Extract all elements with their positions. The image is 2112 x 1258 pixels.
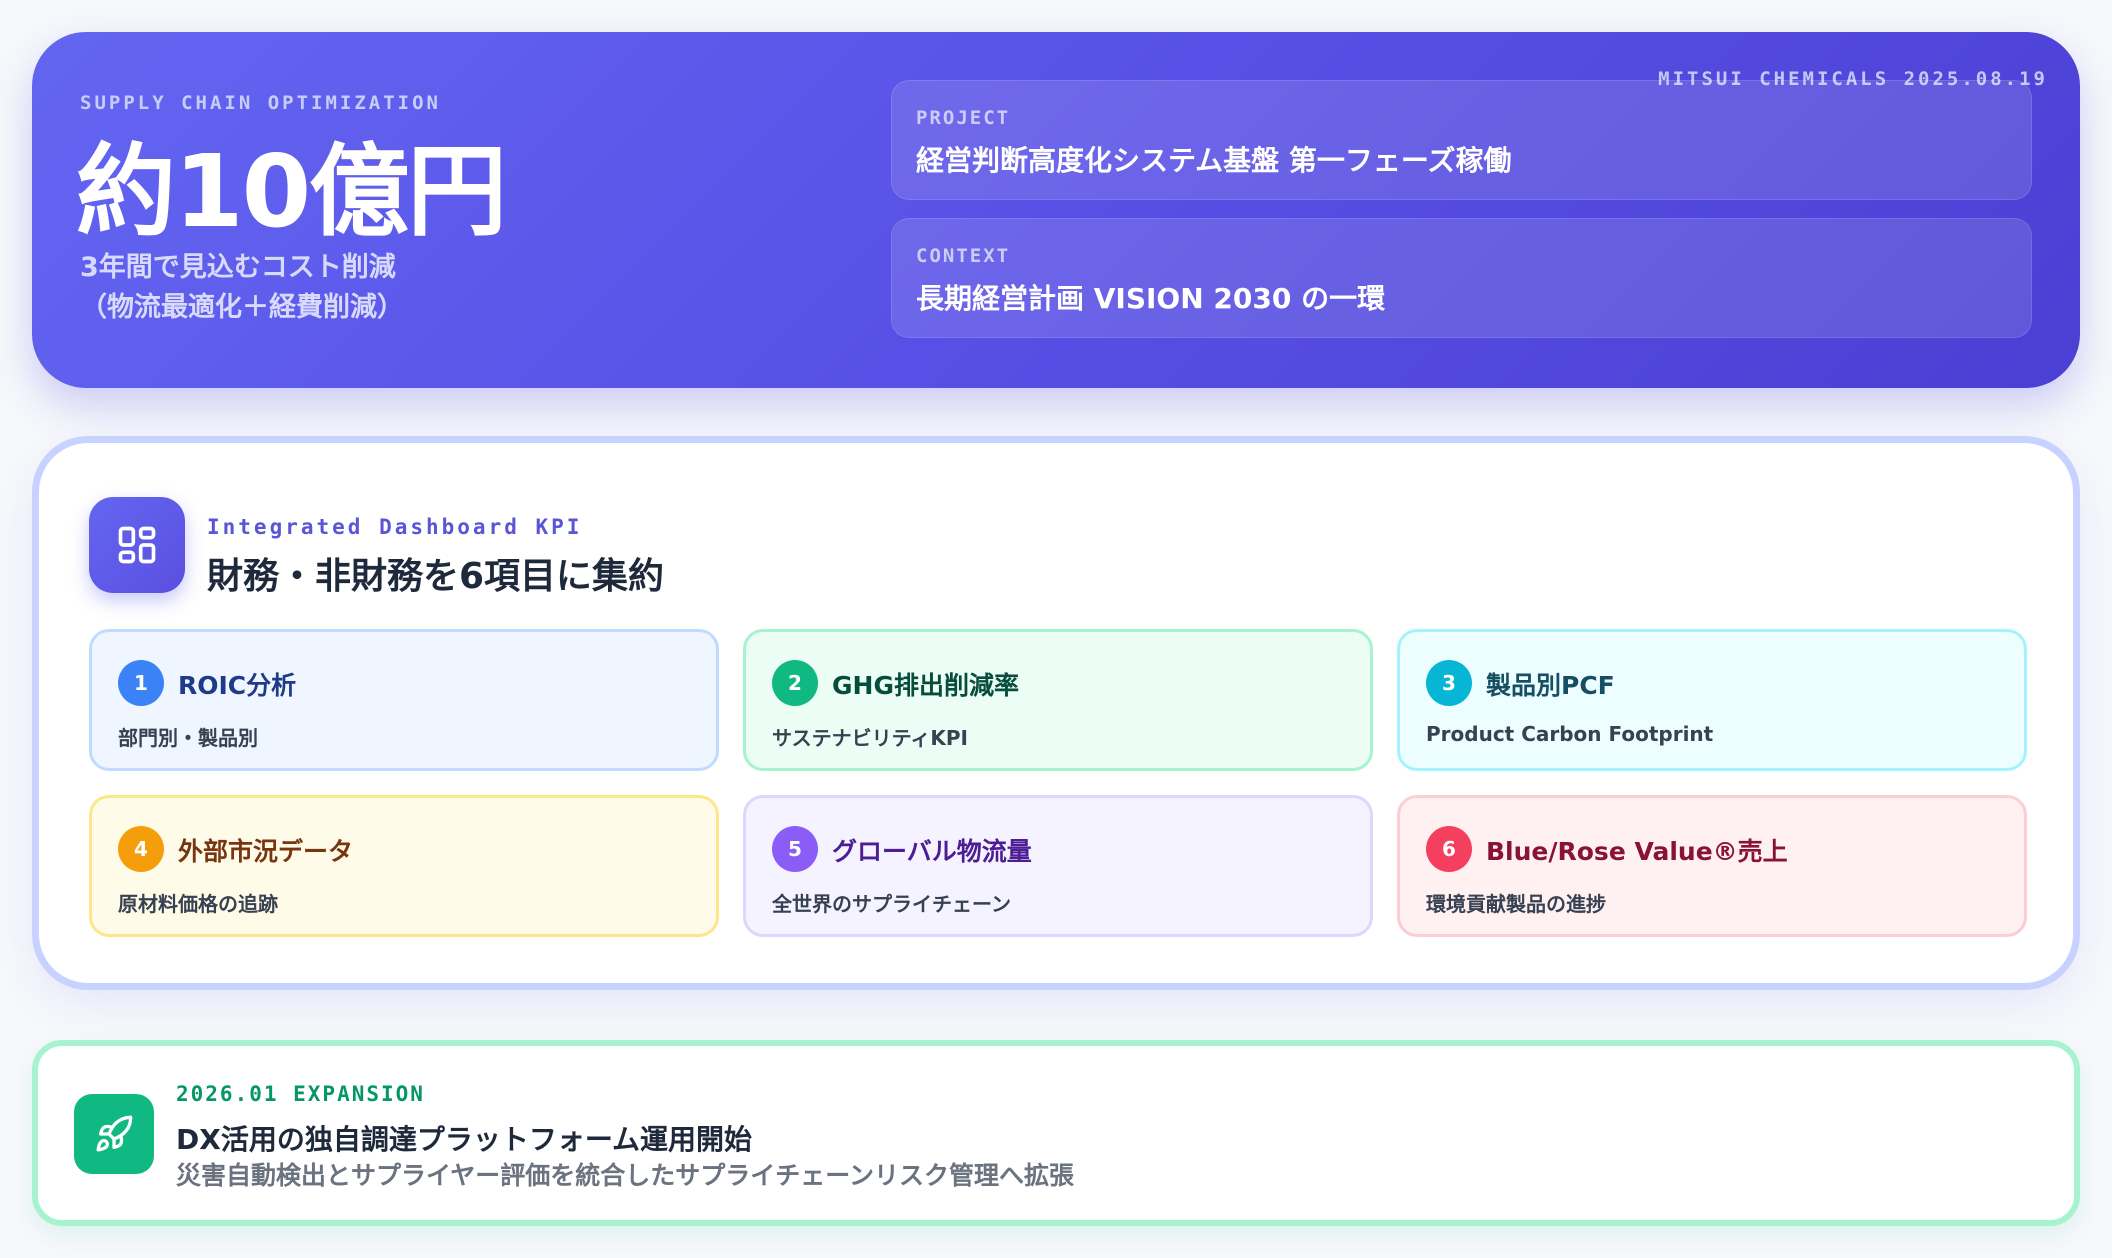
hero-banner: SUPPLY CHAIN OPTIMIZATION MITSUI CHEMICA…	[32, 32, 2080, 388]
project-value: 経営判断高度化システム基盤 第一フェーズ稼働	[916, 144, 1512, 177]
kpi-item-market-data: 4 外部市況データ 原材料価格の追跡	[89, 795, 719, 937]
kpi-title: 財務・非財務を6項目に集約	[207, 556, 665, 597]
kpi-card: Integrated Dashboard KPI 財務・非財務を6項目に集約 1…	[32, 436, 2080, 990]
kpi-item-blue-rose-value: 6 Blue/Rose Value®売上 環境貢献製品の進捗	[1397, 795, 2027, 937]
expansion-card: 2026.01 EXPANSION DX活用の独自調達プラットフォーム運用開始 …	[32, 1040, 2080, 1226]
expansion-desc: 災害自動検出とサプライヤー評価を統合したサプライチェーンリスク管理へ拡張	[176, 1161, 1075, 1190]
project-box: PROJECT 経営判断高度化システム基盤 第一フェーズ稼働	[891, 80, 2032, 200]
kpi-item-ghg: 2 GHG排出削減率 サステナビリティKPI	[743, 629, 1373, 771]
kpi-item-number: 3	[1426, 660, 1472, 706]
kpi-item-roic: 1 ROIC分析 部門別・製品別	[89, 629, 719, 771]
kpi-item-desc: 部門別・製品別	[118, 726, 258, 750]
hero-tag: SUPPLY CHAIN OPTIMIZATION	[80, 92, 441, 114]
kpi-item-title: ROIC分析	[178, 671, 297, 700]
hero-headline: 約10億円	[76, 133, 507, 250]
kpi-item-pcf: 3 製品別PCF Product Carbon Footprint	[1397, 629, 2027, 771]
kpi-item-title: Blue/Rose Value®売上	[1486, 837, 1788, 866]
kpi-item-desc: 全世界のサプライチェーン	[772, 892, 1011, 916]
kpi-eyebrow: Integrated Dashboard KPI	[207, 515, 583, 539]
kpi-item-desc: サステナビリティKPI	[772, 726, 968, 750]
hero-subtitle-line1: 3年間で見込むコスト削減	[80, 252, 396, 283]
kpi-item-logistics: 5 グローバル物流量 全世界のサプライチェーン	[743, 795, 1373, 937]
rocket-icon	[74, 1094, 154, 1174]
kpi-item-title: 外部市況データ	[178, 837, 354, 866]
kpi-item-desc: 環境貢献製品の進捗	[1426, 892, 1606, 916]
expansion-title: DX活用の独自調達プラットフォーム運用開始	[176, 1123, 752, 1156]
kpi-item-title: グローバル物流量	[832, 837, 1032, 866]
dashboard-grid-icon	[89, 497, 185, 593]
kpi-item-number: 1	[118, 660, 164, 706]
hero-subtitle-line2: （物流最適化＋経費削減）	[80, 292, 404, 323]
kpi-item-title: GHG排出削減率	[832, 671, 1019, 700]
project-label: PROJECT	[916, 107, 1011, 129]
kpi-item-number: 2	[772, 660, 818, 706]
context-label: CONTEXT	[916, 245, 1011, 267]
context-box: CONTEXT 長期経営計画 VISION 2030 の一環	[891, 218, 2032, 338]
kpi-item-desc: 原材料価格の追跡	[118, 892, 278, 916]
kpi-item-title: 製品別PCF	[1486, 671, 1615, 700]
kpi-item-number: 5	[772, 826, 818, 872]
hero-subtitle: 3年間で見込むコスト削減 （物流最適化＋経費削減）	[80, 248, 580, 328]
kpi-item-desc: Product Carbon Footprint	[1426, 722, 1714, 746]
expansion-eyebrow: 2026.01 EXPANSION	[176, 1082, 425, 1106]
kpi-item-number: 4	[118, 826, 164, 872]
kpi-item-number: 6	[1426, 826, 1472, 872]
context-value: 長期経営計画 VISION 2030 の一環	[916, 282, 1386, 315]
